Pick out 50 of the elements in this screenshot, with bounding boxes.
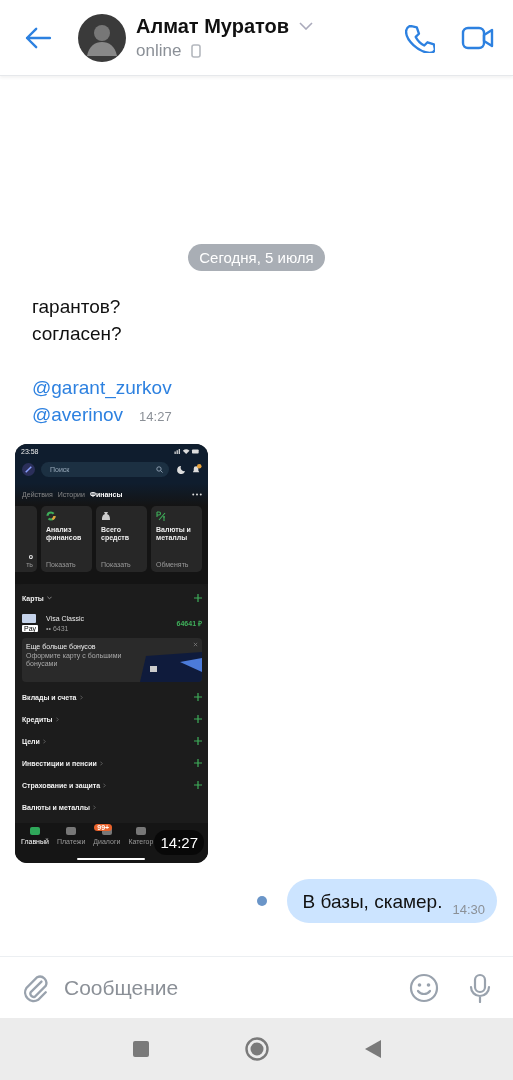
chevron-right-icon [93, 804, 96, 810]
message-time: 14:27 [139, 409, 172, 424]
plus-icon[interactable] [194, 693, 202, 701]
more-icon[interactable] [192, 493, 202, 496]
plus-icon[interactable] [194, 594, 202, 602]
chevron-right-icon [42, 738, 46, 744]
message-time: 14:30 [452, 902, 485, 917]
nav-icon[interactable] [29, 827, 40, 835]
plus-icon[interactable] [194, 737, 202, 745]
back-button[interactable] [364, 1040, 381, 1058]
message-field[interactable]: Сообщение [62, 974, 395, 1001]
call-icon[interactable] [405, 22, 435, 53]
message-text: В базы, скамер. [302, 891, 443, 912]
plus-icon[interactable] [194, 759, 202, 767]
microphone-icon[interactable] [469, 972, 491, 1003]
moon-icon[interactable] [175, 464, 185, 475]
chevron-down-icon [46, 596, 52, 600]
home-button[interactable] [244, 1037, 269, 1061]
plus-icon[interactable] [194, 715, 202, 723]
message-text: согласен? [32, 323, 122, 344]
video-call-icon[interactable] [461, 24, 495, 51]
attach-icon[interactable] [22, 972, 48, 1003]
chevron-right-icon [79, 694, 83, 700]
bell-icon[interactable] [191, 464, 202, 475]
chevron-right-icon [99, 760, 103, 766]
date-divider: Сегодня, 5 июля [188, 244, 325, 271]
contact-name[interactable]: Алмат Муратов [136, 14, 290, 38]
recents-button[interactable] [132, 1041, 149, 1057]
mention-link[interactable]: @averinov [32, 404, 124, 425]
currency-icon [156, 511, 166, 521]
online-status: online [136, 40, 182, 61]
money-bag-icon [101, 511, 111, 521]
logo-icon[interactable] [22, 463, 35, 476]
avatar[interactable] [78, 13, 126, 62]
chevron-right-icon [55, 716, 59, 722]
image-time: 14:27 [154, 830, 204, 855]
message-text: гарантов? [32, 296, 121, 317]
screenshot-image[interactable] [15, 444, 208, 863]
status-icons [174, 448, 200, 454]
mention-link[interactable]: @garant_zurkov [32, 377, 172, 398]
search-icon [156, 466, 163, 473]
back-icon[interactable] [24, 26, 52, 49]
bank-card-icon [22, 614, 36, 623]
credit-card-icon [140, 652, 202, 682]
donut-chart-icon [46, 511, 56, 521]
chevron-right-icon [103, 782, 107, 788]
close-icon[interactable] [193, 642, 198, 647]
emoji-icon[interactable] [409, 972, 439, 1003]
phone-device-icon [191, 43, 202, 58]
plus-icon[interactable] [194, 781, 202, 789]
